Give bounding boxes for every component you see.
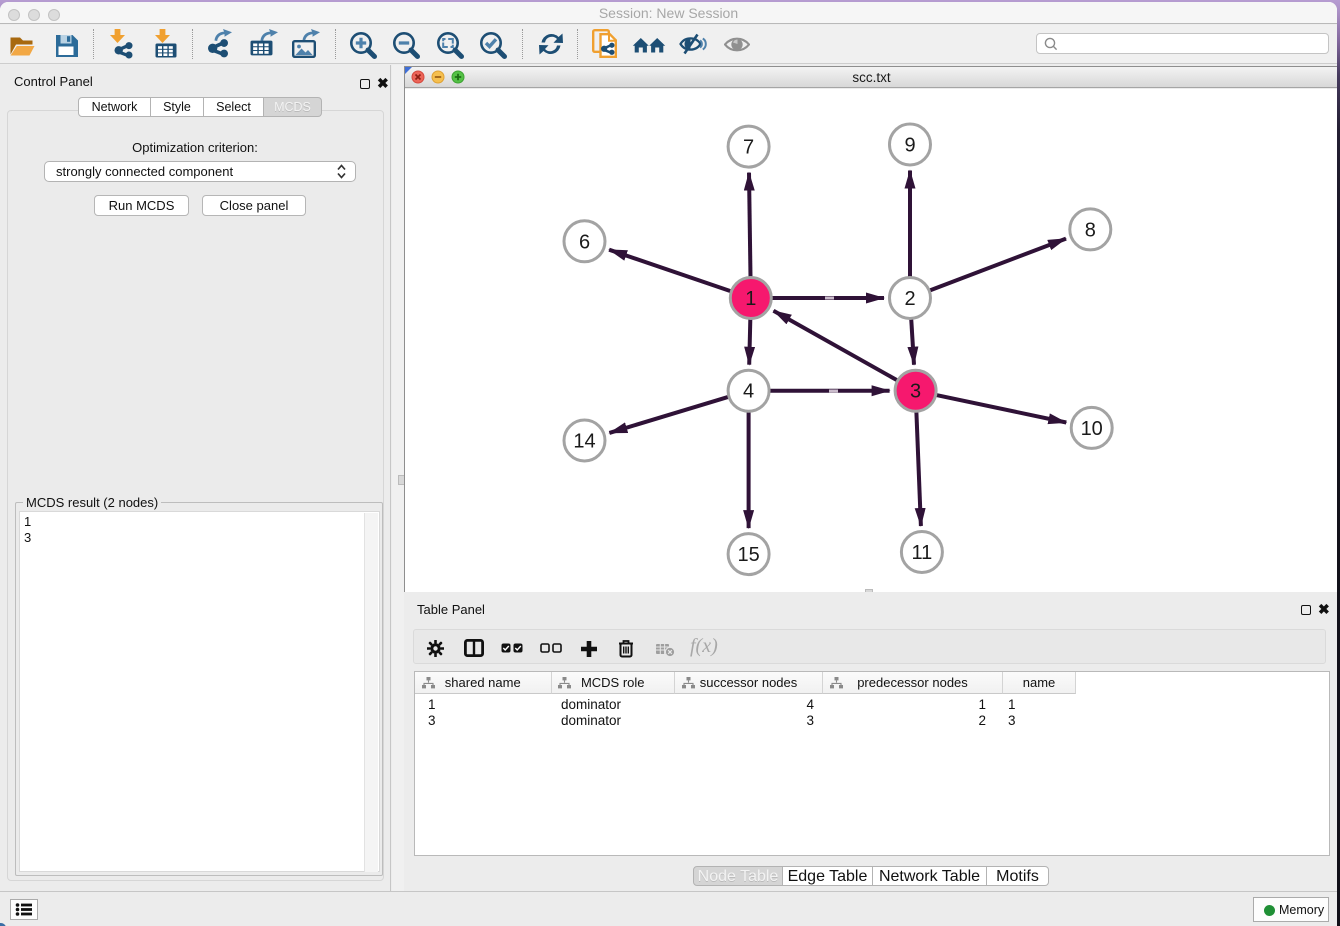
svg-text:8: 8 — [1085, 219, 1096, 241]
svg-text:3: 3 — [910, 381, 921, 403]
svg-text:11: 11 — [912, 542, 933, 564]
svg-text:4: 4 — [743, 381, 754, 403]
svg-text:7: 7 — [743, 137, 754, 159]
svg-text:2: 2 — [904, 288, 915, 310]
svg-text:14: 14 — [573, 431, 595, 453]
svg-text:10: 10 — [1081, 418, 1103, 440]
svg-text:15: 15 — [737, 544, 759, 566]
svg-text:9: 9 — [904, 135, 915, 157]
svg-text:1: 1 — [745, 288, 756, 310]
svg-text:6: 6 — [579, 231, 590, 253]
